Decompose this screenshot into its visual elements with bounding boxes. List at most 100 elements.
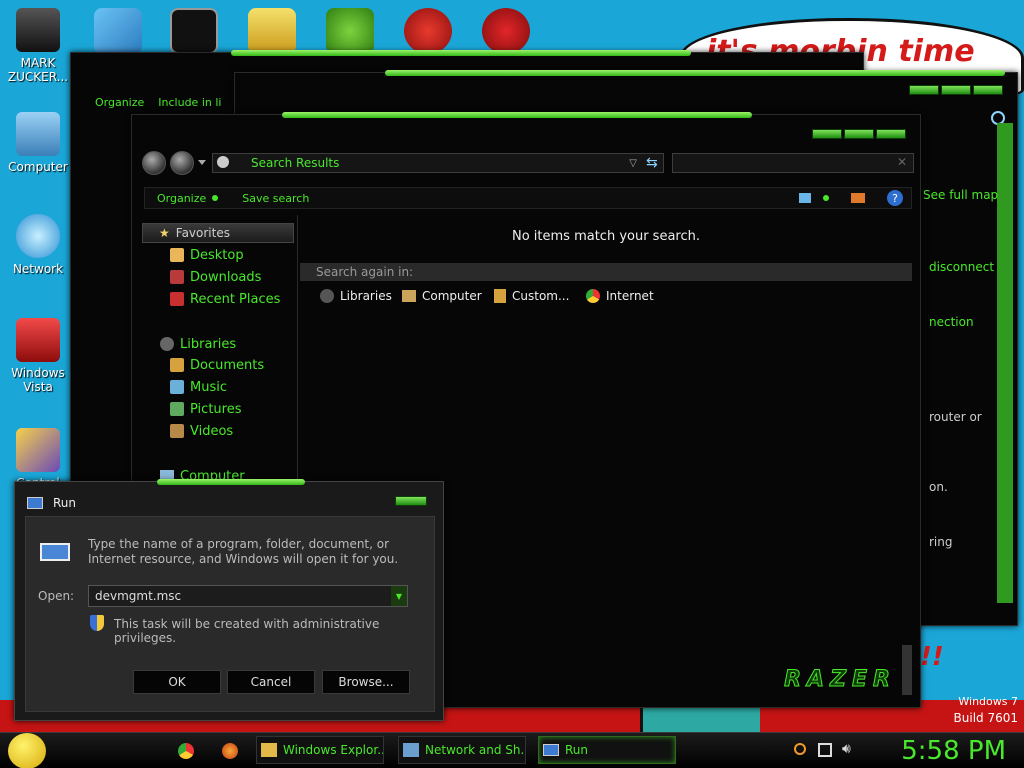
pictures-icon: [170, 402, 184, 416]
preview-pane-icon[interactable]: [851, 193, 865, 203]
connection-link[interactable]: nection: [929, 315, 974, 329]
window-controls[interactable]: [812, 129, 906, 139]
clock[interactable]: 5:58 PM: [901, 733, 1006, 768]
desktop-icon-label: MARK ZUCKER...: [7, 56, 69, 84]
help-icon[interactable]: ?: [887, 190, 903, 206]
search-location-internet[interactable]: Internet: [586, 289, 654, 303]
nav-item-label: Downloads: [190, 269, 262, 285]
start-button[interactable]: [8, 733, 46, 768]
search-icon[interactable]: [794, 743, 806, 755]
window-controls[interactable]: [909, 85, 1003, 95]
desktop-icon-recycle-bin[interactable]: Windows Vista: [0, 318, 76, 394]
network-tray-icon[interactable]: [818, 743, 832, 757]
command-prompt-icon[interactable]: [170, 8, 218, 54]
nav-item-desktop[interactable]: Desktop: [170, 246, 244, 264]
scrollbar[interactable]: [997, 123, 1013, 603]
desktop-icon-mark-zucker[interactable]: MARK ZUCKER...: [0, 8, 76, 84]
network-text: router or: [929, 410, 982, 424]
address-bar[interactable]: Search Results ▽: [212, 153, 664, 173]
nav-item-label: Music: [190, 379, 227, 395]
task-windows-explorer[interactable]: Windows Explor...: [256, 736, 384, 764]
ok-button[interactable]: OK: [133, 670, 221, 694]
location-label: Internet: [606, 289, 654, 303]
forward-button[interactable]: [170, 151, 194, 175]
nav-item-music[interactable]: Music: [170, 378, 227, 396]
scrollbar[interactable]: [902, 645, 912, 695]
browse-button[interactable]: Browse...: [322, 670, 410, 694]
clear-search-icon[interactable]: ✕: [897, 155, 907, 169]
close-button[interactable]: [876, 129, 906, 139]
save-search-button[interactable]: Save search: [242, 192, 309, 205]
open-input[interactable]: devmgmt.msc: [95, 589, 181, 603]
search-location-computer[interactable]: Computer: [402, 289, 482, 303]
desktop-icon-label: Computer: [8, 160, 68, 174]
include-in-library-button[interactable]: Include in li: [158, 96, 221, 109]
desktop-icon-label: Network: [12, 262, 64, 276]
search-location-custom[interactable]: Custom...: [494, 289, 569, 303]
shield-icon: [90, 615, 104, 631]
task-run[interactable]: Run: [538, 736, 676, 764]
search-location-libraries[interactable]: Libraries: [320, 289, 392, 303]
nav-item-label: Pictures: [190, 401, 242, 417]
image-shortcut-icon[interactable]: [94, 8, 142, 54]
disconnect-link[interactable]: disconnect: [929, 260, 994, 274]
favorites-label: Favorites: [175, 226, 230, 240]
task-network-sharing[interactable]: Network and Sh...: [398, 736, 526, 764]
search-input[interactable]: ✕: [672, 153, 914, 173]
window-glow: [282, 112, 752, 118]
recent-places-icon: [170, 292, 184, 306]
nav-item-pictures[interactable]: Pictures: [170, 400, 241, 418]
window-glow: [157, 479, 305, 485]
run-icon: [543, 744, 559, 756]
see-full-map-link[interactable]: See full map: [923, 188, 998, 202]
nav-item-recent-places[interactable]: Recent Places: [170, 290, 280, 308]
chrome-icon[interactable]: [178, 743, 194, 759]
nav-item-label: Documents: [190, 357, 265, 373]
paint-app-icon[interactable]: [404, 8, 452, 54]
view-options-icon[interactable]: [799, 193, 811, 203]
desktop-icon-label: Windows Vista: [11, 366, 65, 394]
open-label: Open:: [38, 589, 75, 603]
desktop-icon-computer[interactable]: Computer: [0, 112, 76, 174]
favorites-header[interactable]: ★ Favorites: [142, 223, 294, 243]
angry-birds-icon[interactable]: [326, 8, 374, 54]
run-description: Type the name of a program, folder, docu…: [88, 537, 399, 566]
network-icon: [16, 214, 60, 258]
address-dropdown-icon[interactable]: ▽: [629, 158, 637, 169]
nav-item-documents[interactable]: Documents: [170, 356, 264, 374]
nav-item-videos[interactable]: Videos: [170, 422, 233, 440]
dialog-title: Run: [53, 496, 77, 510]
cancel-button[interactable]: Cancel: [227, 670, 315, 694]
documents-icon: [170, 358, 184, 372]
nav-item-label: Desktop: [190, 247, 244, 263]
firefox-icon[interactable]: [222, 743, 238, 759]
server-folder-icon[interactable]: [248, 8, 296, 54]
dev-cpp-icon[interactable]: [482, 8, 530, 54]
nav-item-downloads[interactable]: Downloads: [170, 268, 261, 286]
address-text: Search Results: [251, 156, 340, 170]
libraries-icon: [320, 289, 334, 303]
organize-button[interactable]: Organize: [157, 192, 206, 205]
dropdown-arrow-icon[interactable]: ▼: [391, 586, 407, 606]
run-icon: [27, 497, 43, 509]
search-results-icon: [217, 156, 229, 168]
maximize-button[interactable]: [844, 129, 874, 139]
volume-icon[interactable]: 🔊︎: [842, 741, 851, 757]
razer-logo: RAZER: [784, 667, 896, 693]
refresh-icon[interactable]: ⇆: [646, 155, 658, 171]
libraries-header[interactable]: Libraries: [142, 334, 294, 354]
close-button[interactable]: [395, 496, 427, 506]
desktop-icon-network[interactable]: Network: [0, 214, 76, 276]
control-panel-icon: [16, 428, 60, 472]
run-dialog[interactable]: Run Type the name of a program, folder, …: [14, 479, 444, 721]
folder-icon: [261, 743, 277, 757]
organize-button[interactable]: Organize: [95, 96, 144, 109]
star-icon: ★: [159, 226, 170, 240]
recent-pages-dropdown-icon[interactable]: [198, 160, 206, 165]
task-label: Windows Explor...: [283, 743, 384, 757]
task-label: Network and Sh...: [425, 743, 526, 757]
network-text: on.: [929, 480, 948, 494]
open-combobox[interactable]: devmgmt.msc ▼: [88, 585, 408, 607]
back-button[interactable]: [142, 151, 166, 175]
minimize-button[interactable]: [812, 129, 842, 139]
